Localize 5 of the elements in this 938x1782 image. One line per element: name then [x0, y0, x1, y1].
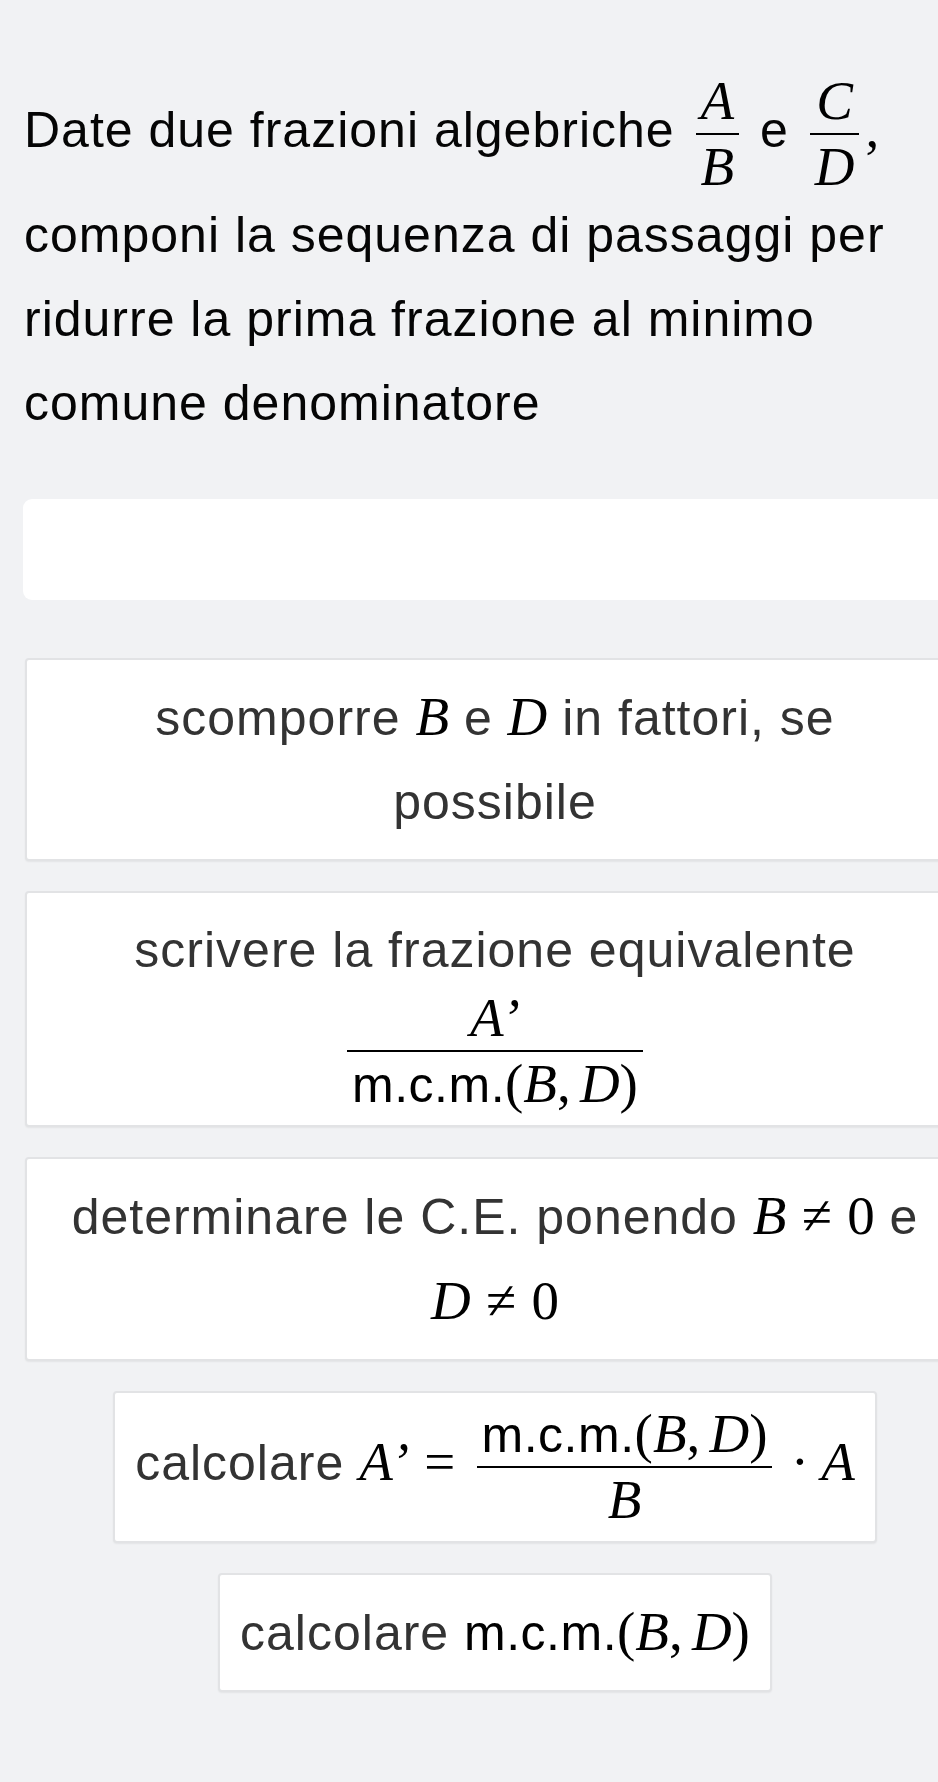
- step-card[interactable]: determinare le C.E. ponendo B ≠ 0 e D ≠ 0: [25, 1157, 938, 1361]
- step-card[interactable]: calcolare m.c.m.(B, D): [218, 1573, 772, 1692]
- step-card[interactable]: scrivere la frazione equivalente A’ m.c.m.(B, D): [25, 891, 938, 1127]
- step-card[interactable]: scomporre B e D in fattori, se possibile: [25, 658, 938, 861]
- step-card[interactable]: calcolare A’ = m.c.m.(B, D) B · A: [113, 1391, 877, 1543]
